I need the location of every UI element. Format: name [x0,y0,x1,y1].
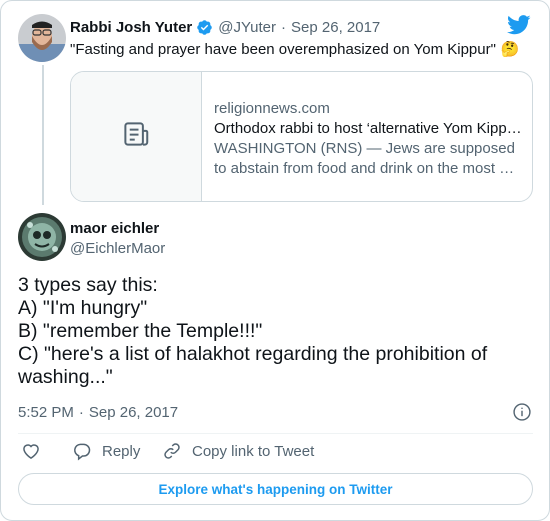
reply-label: Reply [102,442,141,460]
explore-label: Explore what's happening on Twitter [158,481,393,497]
tweet-line: B) "remember the Temple!!!" [18,320,263,342]
twitter-bird-icon[interactable] [507,15,531,40]
reply-icon [72,441,102,461]
link-title: Orthodox rabbi to host ‘alternative Yom … [214,120,522,137]
copy-link-icon [162,441,192,461]
article-icon [121,119,151,154]
tweet-author-name[interactable]: maor eichler [70,220,159,237]
link-description-line-2: to abstain from food and drink on the mo… [214,160,515,177]
info-icon[interactable] [512,402,532,427]
tweet-timestamp[interactable]: 5:52 PM · Sep 26, 2017 [18,402,178,422]
quoted-tweet-body: "Fasting and prayer have been overemphas… [70,40,496,58]
link-preview-card[interactable]: religionnews.com Orthodox rabbi to host … [70,71,533,202]
tweet-time: 5:52 PM [18,403,74,421]
tweet-line: A) "I'm hungry" [18,297,148,319]
quoted-author-handle[interactable]: @JYuter [218,19,276,36]
separator-dot: · [78,403,84,421]
thread-connector-line [42,65,44,205]
tweet-line: washing..." [18,366,113,388]
heart-icon [21,441,51,461]
tweet-author-block: maor eichler [70,218,159,238]
quoted-tweet-text: "Fasting and prayer have been overemphas… [70,39,520,59]
tweet-body: 3 types say this: A) "I'm hungry" B) "re… [18,274,533,389]
quoted-tweet-date[interactable]: Sep 26, 2017 [291,19,380,36]
embedded-tweet-card: Rabbi Josh Yuter @JYuter · Sep 26, 2017 … [0,0,550,521]
thinking-emoji: 🤔 [500,41,520,58]
tweet-handle-row: @EichlerMaor [70,238,165,258]
quoted-author-name[interactable]: Rabbi Josh Yuter [70,19,192,36]
quoted-tweet-header: Rabbi Josh Yuter @JYuter · Sep 26, 2017 [70,17,380,37]
link-domain: religionnews.com [214,100,330,117]
divider [18,433,533,434]
copy-link-label: Copy link to Tweet [192,442,315,460]
tweet-date: Sep 26, 2017 [88,403,179,421]
tweet-author-handle[interactable]: @EichlerMaor [70,240,165,257]
link-preview-thumbnail [71,72,202,201]
separator-dot: · [281,18,287,36]
explore-twitter-button[interactable]: Explore what's happening on Twitter [18,473,533,505]
reply-button[interactable]: Reply [72,441,140,461]
avatar-tweet-author[interactable] [18,213,66,261]
link-preview-meta: religionnews.com Orthodox rabbi to host … [214,99,524,179]
avatar-quoted-author[interactable] [18,14,66,62]
verified-badge-icon [196,19,213,36]
tweet-line: 3 types say this: [18,274,158,296]
like-button[interactable] [21,441,51,461]
link-description-line-1: WASHINGTON (RNS) — Jews are supposed [214,140,515,157]
copy-link-button[interactable]: Copy link to Tweet [162,441,314,461]
tweet-line: C) "here's a list of halakhot regarding … [18,343,488,365]
